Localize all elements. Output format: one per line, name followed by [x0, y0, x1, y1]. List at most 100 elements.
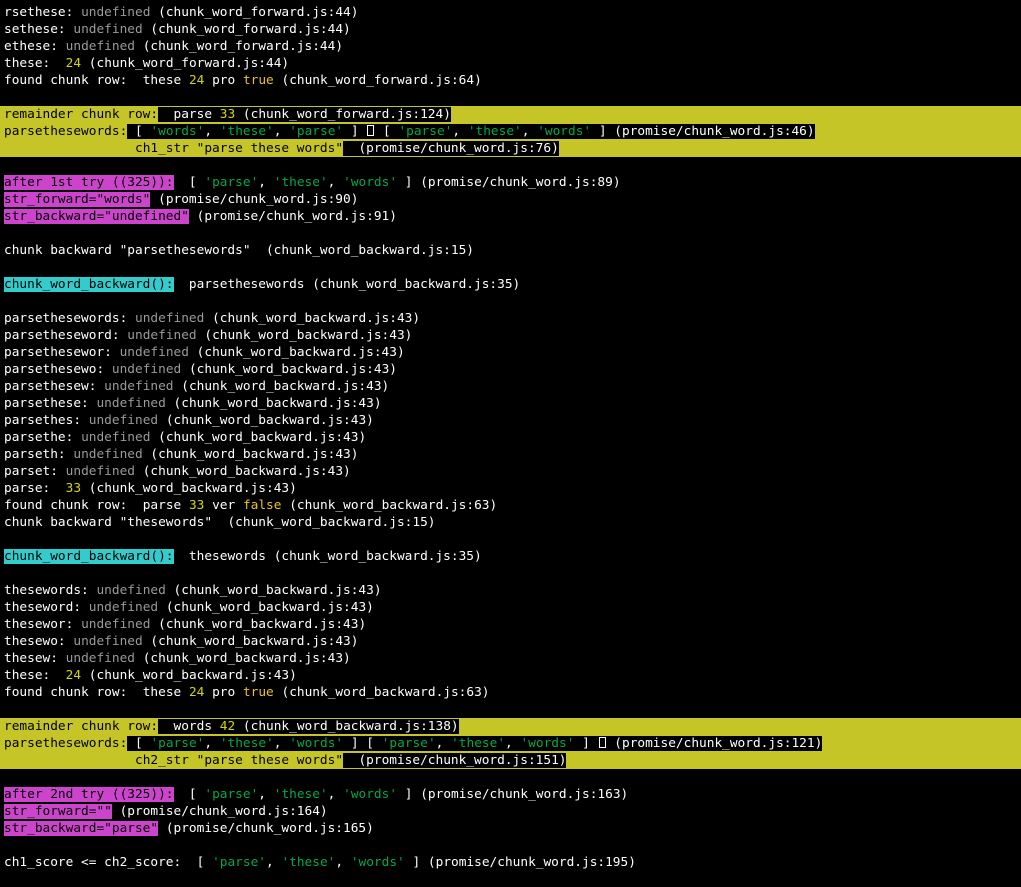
log-label: parsethesewords: — [4, 124, 128, 139]
log-spacer — [0, 225, 1021, 242]
log-value: undefined — [65, 651, 135, 666]
log-bool: true — [242, 73, 274, 88]
log-value: undefined — [88, 413, 159, 428]
log-label: thesewords: — [4, 583, 89, 598]
log-label: chunk_word_backward(): — [4, 549, 174, 564]
log-value: undefined — [135, 311, 205, 326]
array-item: 'parse' — [381, 736, 436, 751]
log-source: (promise/chunk_word.js:163) — [420, 787, 629, 802]
log-label: ethese: — [4, 39, 58, 54]
log-number: 24 — [188, 685, 205, 700]
log-value: undefined — [65, 39, 135, 54]
log-label: theseword: — [4, 600, 82, 615]
log-source: (promise/chunk_word.js:151) — [358, 753, 567, 768]
log-word: parse — [173, 107, 213, 122]
log-source: (chunk_word_backward.js:43) — [212, 311, 421, 326]
array-item: 'these' — [219, 736, 274, 751]
log-line: thesew: undefined (chunk_word_backward.j… — [0, 650, 1021, 667]
log-line-highlight-cyan: chunk_word_backward(): parsethesewords (… — [0, 276, 1021, 293]
log-line: parsethe: undefined (chunk_word_backward… — [0, 429, 1021, 446]
log-line-highlight-magenta: str_backward="undefined" (promise/chunk_… — [0, 208, 1021, 225]
log-source: (promise/chunk_word.js:195) — [427, 855, 636, 870]
log-number: 24 — [188, 73, 205, 88]
log-source: (chunk_word_backward.js:43) — [181, 379, 390, 394]
log-source: (chunk_word_backward.js:43) — [88, 668, 297, 683]
log-line: found chunk row: these 24 pro true (chun… — [0, 72, 1021, 89]
log-source: (chunk_word_backward.js:43) — [173, 396, 382, 411]
log-value: "parse these words" — [196, 753, 344, 768]
log-line: thesewords: undefined (chunk_word_backwa… — [0, 582, 1021, 599]
log-line: sethese: undefined (chunk_word_forward.j… — [0, 21, 1021, 38]
array-item: 'words' — [343, 787, 398, 802]
log-source: (promise/chunk_word.js:76) — [358, 141, 559, 156]
log-value: undefined — [73, 22, 143, 37]
log-spacer — [0, 157, 1021, 174]
log-line-highlight-yellow: parsethesewords: [ 'parse', 'these', 'wo… — [0, 735, 1021, 752]
log-line-highlight-yellow: remainder chunk row: words 42 (chunk_wor… — [0, 718, 1021, 735]
log-source: (promise/chunk_word.js:164) — [119, 804, 328, 819]
log-source: (promise/chunk_word.js:91) — [196, 209, 397, 224]
log-line: ethese: undefined (chunk_word_forward.js… — [0, 38, 1021, 55]
log-label: ch1_str — [134, 141, 189, 156]
log-label: sethese: — [4, 22, 66, 37]
log-label: found chunk row: — [4, 685, 128, 700]
log-value: undefined — [81, 5, 151, 20]
log-value: undefined — [127, 328, 197, 343]
log-line: chunk backward "parsethesewords" (chunk_… — [0, 242, 1021, 259]
array-item: 'words' — [350, 855, 405, 870]
log-line-highlight-yellow: parsethesewords: [ 'words', 'these', 'pa… — [0, 123, 1021, 140]
log-bool: false — [242, 498, 282, 513]
array-item: 'words' — [150, 124, 205, 139]
array-item: 'words' — [537, 124, 592, 139]
log-kind: pro — [212, 685, 236, 700]
log-spacer — [0, 769, 1021, 786]
log-source: (chunk_word_backward.js:43) — [158, 617, 367, 632]
log-label: ch1_score <= ch2_score: — [4, 855, 182, 870]
log-line-highlight-magenta: str_backward="parse" (promise/chunk_word… — [0, 820, 1021, 837]
log-line: parsethesewor: undefined (chunk_word_bac… — [0, 344, 1021, 361]
log-line-highlight-magenta: after 1st try ((325)): [ 'parse', 'these… — [4, 175, 621, 190]
log-spacer — [0, 259, 1021, 276]
array-item: 'parse' — [398, 124, 453, 139]
log-label: ch2_str — [134, 753, 189, 768]
bracket-open: [ — [135, 124, 143, 139]
array-item: 'parse' — [212, 855, 266, 870]
log-spacer — [0, 531, 1021, 548]
log-line: chunk backward "thesewords" (chunk_word_… — [0, 514, 1021, 531]
log-line: these: 24 (chunk_word_backward.js:43) — [0, 667, 1021, 684]
log-kind: pro — [212, 73, 236, 88]
array-item: 'parse' — [289, 124, 344, 139]
log-label: str_backward="parse" — [4, 821, 159, 836]
log-line: parsetheseword: undefined (chunk_word_ba… — [0, 327, 1021, 344]
log-spacer — [0, 837, 1021, 854]
array-item: 'these' — [219, 124, 274, 139]
log-source: (chunk_word_backward.js:43) — [150, 447, 359, 462]
log-label: parse: — [4, 481, 51, 496]
log-label: found chunk row: — [4, 498, 128, 513]
log-label: these: — [4, 56, 51, 71]
log-label: thesewo: — [4, 634, 66, 649]
log-label: chunk backward "parsethesewords" — [4, 243, 251, 258]
log-word: these — [142, 685, 182, 700]
log-value: undefined — [81, 430, 151, 445]
log-line-highlight-yellow: ch1_str "parse these words" (promise/chu… — [0, 140, 1021, 157]
log-source: (chunk_word_backward.js:43) — [88, 481, 297, 496]
log-label: rsethese: — [4, 5, 74, 20]
log-label: thesew: — [4, 651, 58, 666]
array-item: 'words' — [343, 175, 398, 190]
log-line-highlight-yellow: ch2_str "parse these words" (promise/chu… — [0, 752, 1021, 769]
log-label: str_backward="undefined" — [4, 209, 189, 224]
log-label: parset: — [4, 464, 58, 479]
missing-glyph-icon — [598, 737, 606, 748]
array-item: 'these' — [273, 175, 328, 190]
log-value: undefined — [81, 617, 151, 632]
log-line: ch1_score <= ch2_score: [ 'parse', 'thes… — [4, 855, 636, 870]
log-label: str_forward="words" — [4, 192, 151, 207]
console-log-output[interactable]: rsethese: undefined (chunk_word_forward.… — [0, 0, 1021, 871]
log-source: (chunk_word_forward.js:44) — [88, 56, 290, 71]
log-source: (chunk_word_forward.js:44) — [158, 5, 359, 20]
log-line: parse: 33 (chunk_word_backward.js:43) — [0, 480, 1021, 497]
log-kind: ver — [212, 498, 236, 513]
log-source: (chunk_word_backward.js:35) — [312, 277, 521, 292]
array-item: 'these' — [281, 855, 336, 870]
